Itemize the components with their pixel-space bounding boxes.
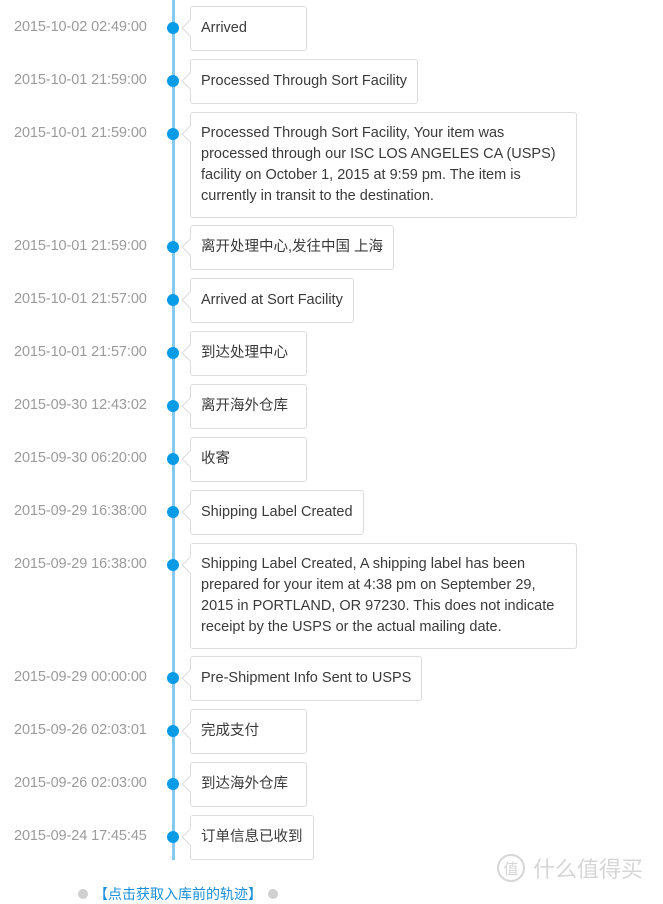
timeline-event: 2015-10-01 21:59:00 Processed Through So…: [0, 112, 663, 218]
timeline-dot-icon: [167, 241, 179, 253]
timeline-dot-icon: [167, 506, 179, 518]
timeline-dot-icon: [167, 672, 179, 684]
event-time: 2015-09-29 00:00:00: [14, 669, 147, 685]
timeline-event: 2015-09-26 02:03:00 到达海外仓库: [0, 762, 663, 807]
event-time: 2015-10-01 21:59:00: [14, 238, 147, 254]
event-description: 离开处理中心,发往中国 上海: [190, 225, 395, 270]
timeline-dot-icon: [167, 128, 179, 140]
event-description: 到达海外仓库: [190, 762, 307, 807]
event-description: Processed Through Sort Facility, Your it…: [190, 112, 577, 218]
smzdm-logo-icon: 值: [497, 854, 525, 882]
timeline-dot-icon: [167, 347, 179, 359]
event-description: Shipping Label Created, A shipping label…: [190, 543, 577, 649]
event-description: Shipping Label Created: [190, 490, 364, 535]
event-description: Pre-Shipment Info Sent to USPS: [190, 656, 423, 701]
event-time: 2015-10-01 21:57:00: [14, 344, 147, 360]
get-pre-warehouse-tracking-link[interactable]: 【点击获取入库前的轨迹】: [94, 884, 262, 904]
tracking-timeline: 2015-10-02 02:49:00 Arrived 2015-10-01 2…: [0, 6, 663, 868]
bullet-icon: [268, 889, 278, 899]
event-description: Processed Through Sort Facility: [190, 59, 419, 104]
event-time: 2015-10-01 21:59:00: [14, 125, 147, 141]
watermark-text: 什么值得买: [533, 857, 644, 882]
timeline-dot-icon: [167, 400, 179, 412]
event-time: 2015-09-30 06:20:00: [14, 450, 147, 466]
event-time: 2015-09-24 17:45:45: [14, 828, 147, 844]
timeline-event: 2015-09-30 12:43:02 离开海外仓库: [0, 384, 663, 429]
event-time: 2015-09-29 16:38:00: [14, 556, 147, 572]
event-description: Arrived: [190, 6, 307, 51]
event-time: 2015-09-29 16:38:00: [14, 503, 147, 519]
event-time: 2015-09-30 12:43:02: [14, 397, 147, 413]
timeline-event: 2015-10-01 21:59:00 离开处理中心,发往中国 上海: [0, 225, 663, 270]
timeline-event: 2015-09-29 00:00:00 Pre-Shipment Info Se…: [0, 656, 663, 701]
timeline-dot-icon: [167, 559, 179, 571]
timeline-dot-icon: [167, 294, 179, 306]
timeline-dot-icon: [167, 831, 179, 843]
event-time: 2015-10-02 02:49:00: [14, 19, 147, 35]
timeline-event: 2015-10-01 21:57:00 Arrived at Sort Faci…: [0, 278, 663, 323]
event-description: 订单信息已收到: [190, 815, 314, 860]
timeline-event: 2015-09-26 02:03:01 完成支付: [0, 709, 663, 754]
timeline-event: 2015-09-29 16:38:00 Shipping Label Creat…: [0, 543, 663, 649]
timeline-event: 2015-10-01 21:59:00 Processed Through So…: [0, 59, 663, 104]
timeline-event: 2015-09-30 06:20:00 收寄: [0, 437, 663, 482]
event-time: 2015-09-26 02:03:01: [14, 722, 147, 738]
timeline-dot-icon: [167, 453, 179, 465]
timeline-event: 2015-09-29 16:38:00 Shipping Label Creat…: [0, 490, 663, 535]
timeline-event: 2015-10-02 02:49:00 Arrived: [0, 6, 663, 51]
event-time: 2015-10-01 21:57:00: [14, 291, 147, 307]
timeline-dot-icon: [167, 22, 179, 34]
watermark: 值 什么值得买: [497, 852, 643, 884]
timeline-dot-icon: [167, 725, 179, 737]
event-description: 离开海外仓库: [190, 384, 307, 429]
event-description: 收寄: [190, 437, 307, 482]
event-time: 2015-09-26 02:03:00: [14, 775, 147, 791]
event-description: 到达处理中心: [190, 331, 307, 376]
timeline-event: 2015-10-01 21:57:00 到达处理中心: [0, 331, 663, 376]
event-description: 完成支付: [190, 709, 307, 754]
event-time: 2015-10-01 21:59:00: [14, 72, 147, 88]
bullet-icon: [78, 889, 88, 899]
timeline-dot-icon: [167, 75, 179, 87]
event-description: Arrived at Sort Facility: [190, 278, 354, 323]
timeline-dot-icon: [167, 778, 179, 790]
load-earlier-tracking: 【点击获取入库前的轨迹】: [78, 884, 278, 904]
